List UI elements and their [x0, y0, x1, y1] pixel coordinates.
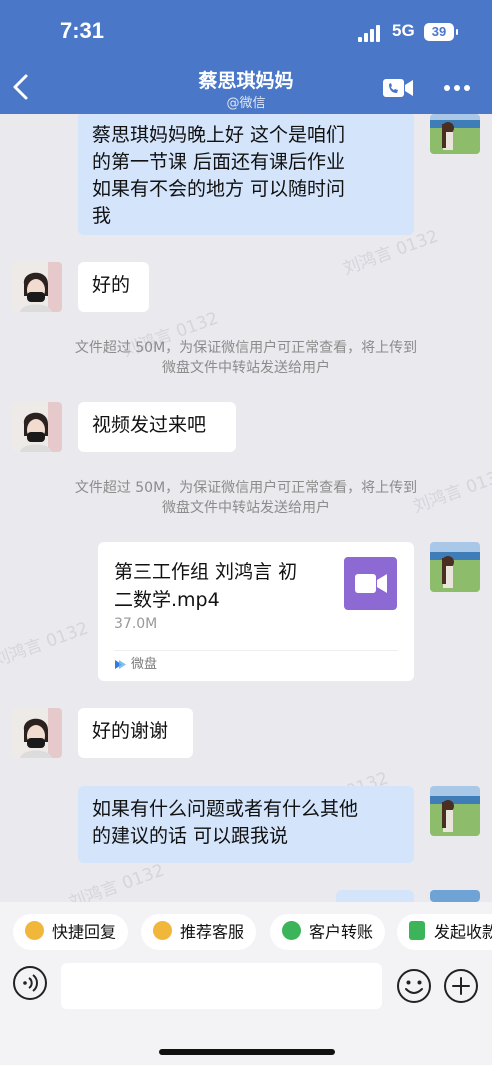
my-avatar[interactable] — [430, 114, 480, 154]
button-label: 推荐客服 — [180, 922, 245, 942]
button-label: 客户转账 — [309, 922, 374, 942]
message-line: 蔡思琪妈妈晚上好 这个是咱们 — [92, 124, 346, 146]
contact-avatar[interactable] — [12, 402, 62, 452]
signal-icon — [358, 24, 384, 42]
customer-transfer-button[interactable]: 客户转账 — [270, 914, 386, 950]
home-indicator — [159, 1049, 335, 1055]
contact-avatar[interactable] — [12, 262, 62, 312]
avatar-image — [430, 114, 480, 154]
message-line: 的建议的话 可以跟我说 — [92, 825, 289, 847]
message-line: 我 — [92, 205, 112, 227]
button-label: 发起收款 — [434, 922, 492, 942]
system-notice: 文件超过 50M，为保证微信用户可正常查看，将上传到 微盘文件中转站发送给用户 — [40, 478, 452, 518]
avatar-image — [12, 708, 62, 758]
avatar-image — [12, 262, 62, 312]
watermark: 刘鸿言 0132 — [0, 618, 91, 672]
emoji-button[interactable] — [396, 968, 432, 1004]
plus-icon — [444, 969, 478, 1003]
chat-header: 7:31 5G 39 蔡思琪妈妈 @微信 — [0, 0, 492, 114]
message-line: 的第一节课 后面还有课后作业 — [92, 151, 346, 173]
phone-video-icon — [383, 79, 413, 97]
system-notice-line: 微盘文件中转站发送给用户 — [162, 360, 330, 376]
message-bubble-incoming[interactable]: 好的 — [78, 262, 149, 312]
avatar-image — [430, 542, 480, 592]
message-list[interactable]: 刘鸿言 0132 刘鸿言 0132 刘鸿言 0132 刘鸿言 0132 刘鸿言 … — [0, 114, 492, 902]
transfer-icon — [282, 921, 301, 940]
system-notice-line: 文件超过 50M，为保证微信用户可正常查看，将上传到 — [74, 340, 418, 356]
system-notice: 文件超过 50M，为保证微信用户可正常查看，将上传到 微盘文件中转站发送给用户 — [40, 338, 452, 378]
avatar-image — [430, 786, 480, 836]
file-message-card[interactable]: 第三工作组 刘鸿言 初 二数学.mp4 37.0M 微盘 — [98, 542, 414, 681]
message-bubble-outgoing[interactable]: 蔡思琪妈妈晚上好 这个是咱们 的第一节课 后面还有课后作业 如果有不会的地方 可… — [78, 114, 414, 235]
file-name-line: 二数学.mp4 — [114, 589, 220, 611]
more-button[interactable] — [442, 78, 472, 98]
voice-button[interactable] — [12, 965, 48, 1001]
chat-title: 蔡思琪妈妈 — [198, 70, 294, 92]
file-source: 微盘 — [114, 655, 157, 675]
video-camera-icon — [355, 574, 387, 593]
message-bubble-incoming[interactable]: 视频发过来吧 — [78, 402, 236, 452]
button-label: 快捷回复 — [52, 922, 117, 942]
recommend-service-button[interactable]: 推荐客服 — [141, 914, 257, 950]
weipan-icon — [115, 660, 126, 669]
file-name-line: 第三工作组 刘鸿言 初 — [114, 561, 298, 583]
avatar-image — [12, 402, 62, 452]
quick-reply-button[interactable]: 快捷回复 — [13, 914, 129, 950]
my-avatar[interactable] — [430, 786, 480, 836]
message-bubble-outgoing[interactable]: 如果有什么问题或者有什么其他 的建议的话 可以跟我说 — [78, 786, 414, 863]
message-input[interactable] — [61, 963, 382, 1009]
request-payment-button[interactable]: 发起收款 — [397, 914, 492, 950]
message-bubble-outgoing[interactable] — [336, 890, 414, 902]
status-time: 7:31 — [60, 18, 105, 43]
system-notice-line: 文件超过 50M，为保证微信用户可正常查看，将上传到 — [74, 480, 418, 496]
my-avatar[interactable] — [430, 542, 480, 592]
video-call-button[interactable] — [382, 76, 414, 100]
battery-icon: 39 — [424, 23, 458, 41]
contact-avatar[interactable] — [12, 708, 62, 758]
message-bubble-incoming[interactable]: 好的谢谢 — [78, 708, 193, 758]
network-type: 5G — [392, 21, 415, 40]
file-source-label: 微盘 — [131, 657, 158, 672]
system-notice-line: 微盘文件中转站发送给用户 — [162, 500, 330, 516]
file-size: 37.0M — [114, 616, 158, 632]
video-file-icon — [344, 557, 397, 610]
message-line: 如果有不会的地方 可以随时问 — [92, 178, 346, 200]
more-dots-icon — [444, 85, 470, 91]
divider — [114, 650, 398, 651]
file-name: 第三工作组 刘鸿言 初 二数学.mp4 — [114, 558, 334, 614]
my-avatar[interactable] — [430, 890, 480, 902]
payment-icon — [409, 921, 425, 940]
voice-icon — [13, 966, 47, 1000]
chat-subtitle: @微信 — [226, 96, 266, 111]
service-icon — [153, 921, 172, 940]
emoji-icon — [397, 969, 431, 1003]
quick-reply-icon — [25, 921, 44, 940]
more-functions-button[interactable] — [443, 968, 479, 1004]
message-line: 如果有什么问题或者有什么其他 — [92, 798, 359, 820]
